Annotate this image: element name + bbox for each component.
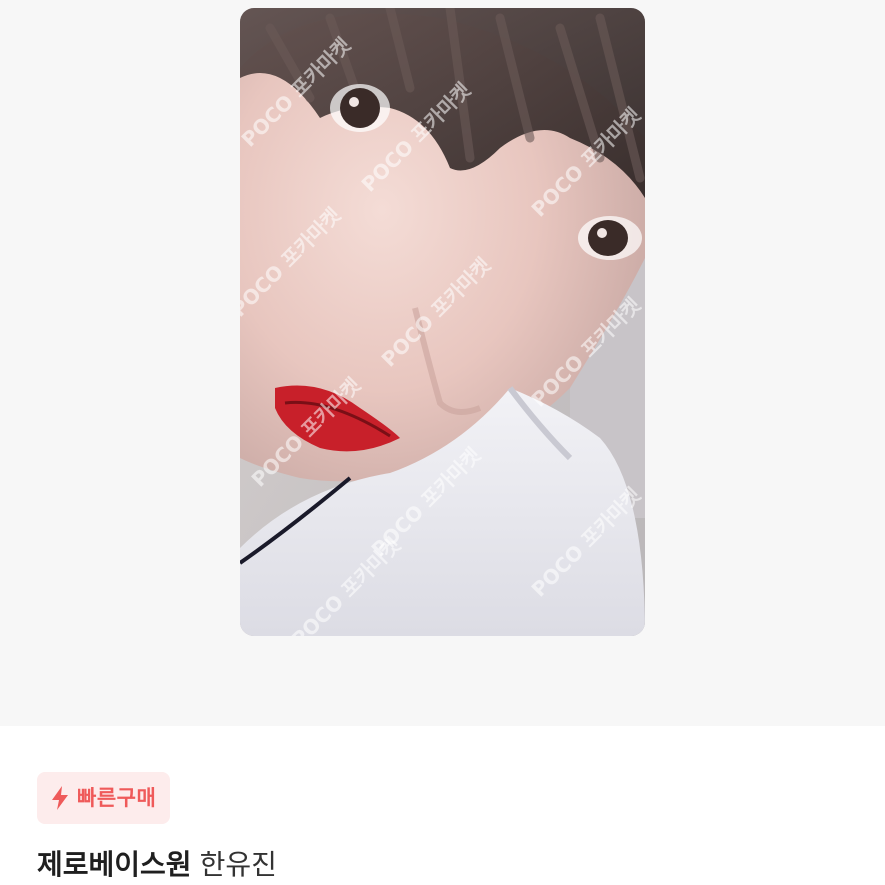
quick-buy-label: 빠른구매 bbox=[77, 785, 157, 810]
photocard-image: POCO 포카마켓 POCO 포카마켓 POCO 포카마켓 POCO 포카마켓 … bbox=[240, 8, 645, 636]
quick-buy-badge[interactable]: 빠른구매 bbox=[37, 772, 171, 824]
product-photo-card[interactable]: POCO 포카마켓 POCO 포카마켓 POCO 포카마켓 POCO 포카마켓 … bbox=[240, 8, 645, 636]
product-image-area: POCO 포카마켓 POCO 포카마켓 POCO 포카마켓 POCO 포카마켓 … bbox=[0, 0, 885, 726]
product-group-name: 제로베이스원 bbox=[37, 848, 192, 881]
product-detail-page: POCO 포카마켓 POCO 포카마켓 POCO 포카마켓 POCO 포카마켓 … bbox=[0, 0, 885, 885]
product-info: 빠른구매 제로베이스원 한유진 bbox=[0, 726, 885, 885]
product-member-name: 한유진 bbox=[199, 848, 277, 881]
product-title: 제로베이스원 한유진 bbox=[37, 848, 277, 882]
lightning-icon bbox=[52, 786, 68, 810]
